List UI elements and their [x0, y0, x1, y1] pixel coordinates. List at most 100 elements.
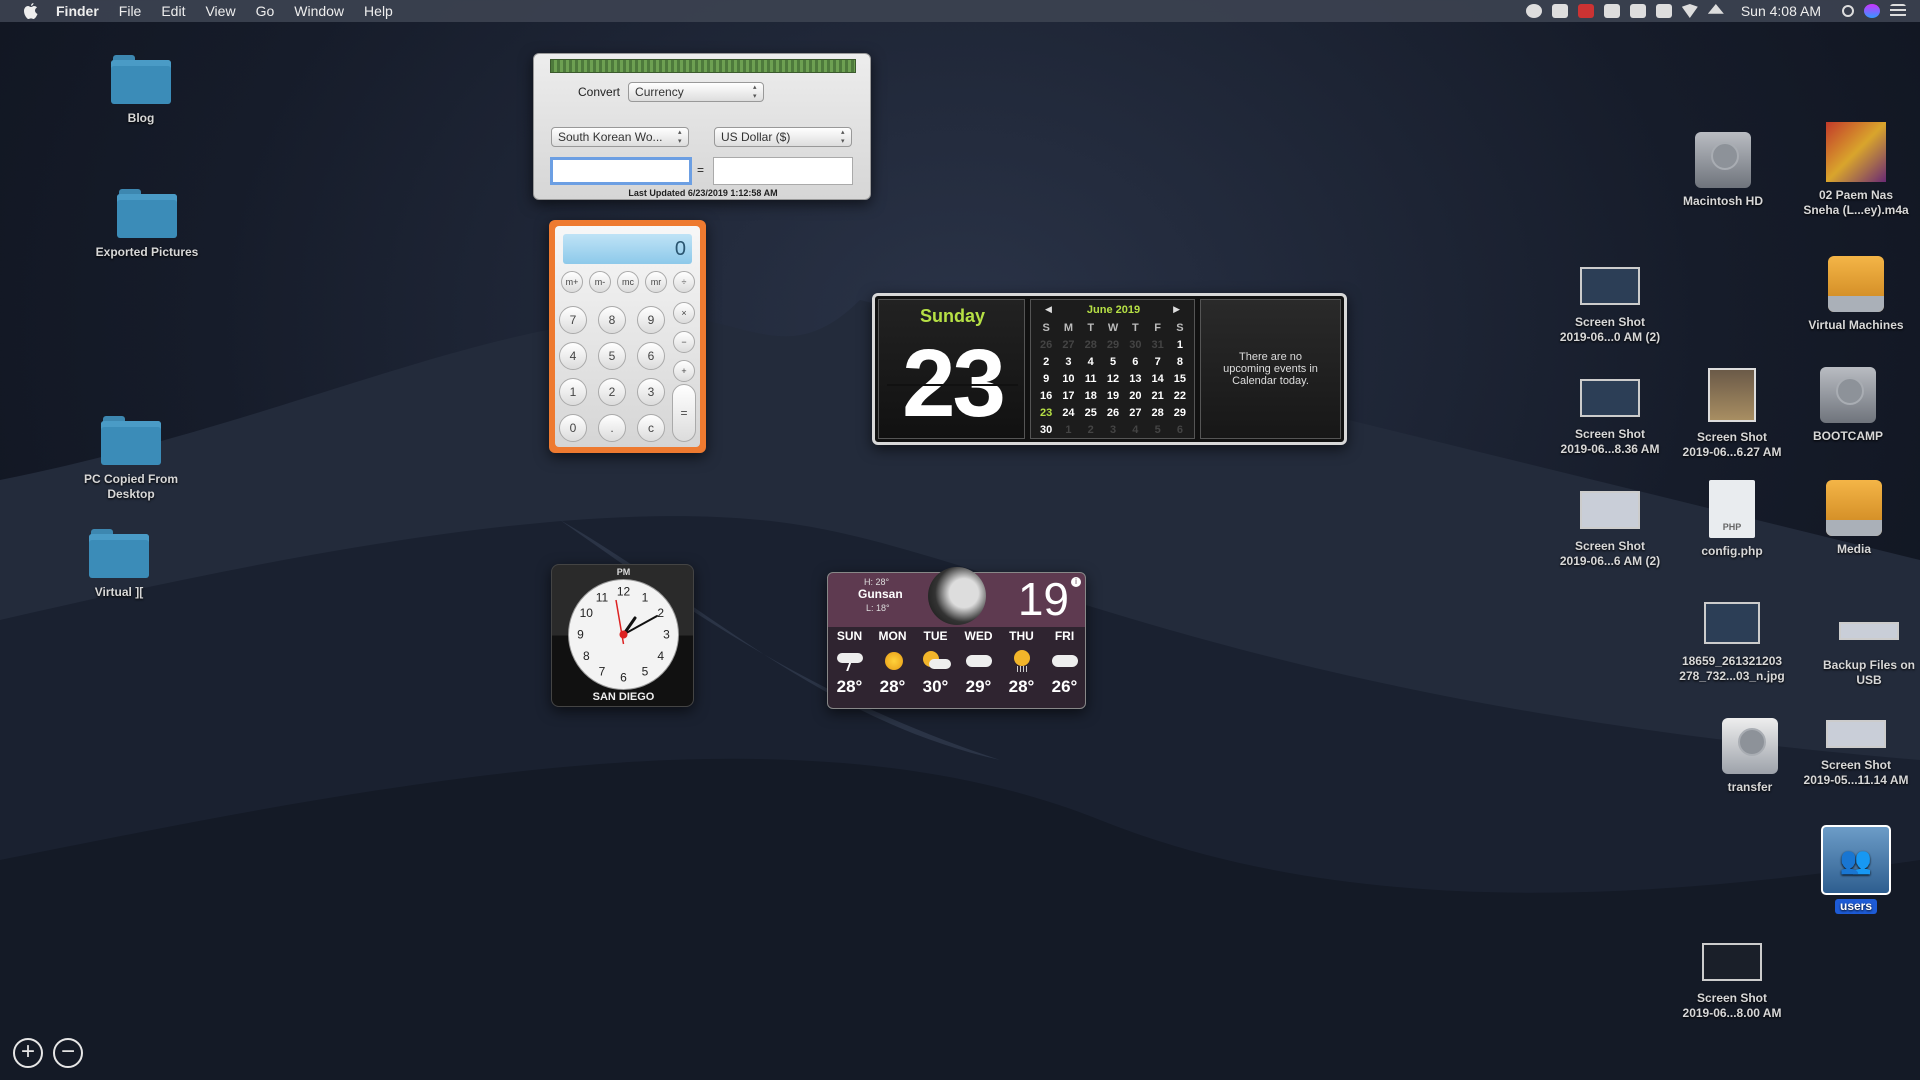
weather-forecast: SUN 28° MON 28° TUE 30° WED 29° THU 28° FRI 26° — [828, 629, 1087, 697]
calendar-day: 22 — [1173, 390, 1187, 402]
calc-8-button[interactable]: 8 — [598, 306, 626, 334]
desktop-macintosh-hd[interactable]: Macintosh HD — [1663, 132, 1783, 209]
calc-m-plus-button[interactable]: m+ — [561, 271, 583, 293]
calendar-day-panel[interactable]: Sunday 23 — [878, 299, 1025, 439]
unit-converter-widget: Convert Currency South Korean Wo... US D… — [533, 53, 871, 200]
notification-center-icon[interactable] — [1890, 4, 1906, 18]
calc-0-button[interactable]: 0 — [559, 414, 587, 442]
calc-4-button[interactable]: 4 — [559, 342, 587, 370]
screenshot-thumbnail-icon — [1826, 720, 1886, 748]
desktop-transfer[interactable]: transfer — [1690, 718, 1810, 795]
weather-high: H: 28° — [864, 577, 890, 587]
desktop-folder-virtual[interactable]: Virtual ][ — [59, 529, 179, 600]
calc-3-button[interactable]: 3 — [637, 378, 665, 406]
clock-hour-number: 12 — [617, 585, 631, 599]
weather-current-temp: 19 — [1017, 573, 1069, 625]
calendar-day: 3 — [1065, 356, 1072, 368]
weekday-header: W — [1107, 322, 1119, 334]
forecast-day-name: THU — [1009, 629, 1034, 643]
calc-clear-button[interactable]: c — [637, 414, 665, 442]
shield-icon[interactable] — [1551, 4, 1568, 18]
calendar-day: 15 — [1173, 373, 1187, 385]
calc-plus-button[interactable]: + — [673, 360, 695, 382]
desktop-album-m4a[interactable]: 02 Paem Nas Sneha (L...ey).m4a — [1796, 122, 1916, 218]
desktop-screenshot-2[interactable]: Screen Shot 2019-06...8.36 AM — [1550, 371, 1670, 457]
desktop-folder-pc-copied[interactable]: PC Copied From Desktop — [71, 416, 191, 502]
calc-5-button[interactable]: 5 — [598, 342, 626, 370]
desktop-folder-exported-pictures[interactable]: Exported Pictures — [87, 189, 207, 260]
calendar-day: 5 — [1109, 356, 1117, 368]
menu-finder[interactable]: Finder — [56, 3, 99, 19]
calendar-day: 16 — [1040, 390, 1053, 402]
conversion-type-select[interactable]: Currency — [628, 82, 765, 102]
desktop-backup-usb[interactable]: Backup Files on USB — [1809, 614, 1920, 688]
menu-help[interactable]: Help — [364, 3, 393, 19]
calc-multiply-button[interactable]: × — [673, 302, 695, 324]
calc-7-button[interactable]: 7 — [559, 306, 587, 334]
wifi-icon[interactable] — [1681, 4, 1698, 18]
calendar-day-name: Sunday — [919, 306, 985, 326]
calendar-day: 8 — [1176, 356, 1183, 368]
forecast-temp: 26° — [1051, 677, 1078, 696]
calc-decimal-button[interactable]: . — [598, 414, 626, 442]
desktop-screenshot-3[interactable]: Screen Shot 2019-06...6.27 AM — [1672, 368, 1792, 460]
calc-divide-button[interactable]: ÷ — [673, 271, 695, 293]
desktop-media[interactable]: Media — [1794, 480, 1914, 557]
forecast-temp: 28° — [836, 677, 863, 696]
calc-1-button[interactable]: 1 — [559, 378, 587, 406]
icon-label: Blog — [127, 111, 155, 125]
menu-file[interactable]: File — [119, 3, 142, 19]
info-icon[interactable]: i — [1071, 577, 1081, 587]
calc-2-button[interactable]: 2 — [598, 378, 626, 406]
to-unit-select[interactable]: US Dollar ($) — [714, 127, 852, 147]
desktop-virtual-machines[interactable]: Virtual Machines — [1796, 256, 1916, 333]
calendar-day-other-month: 29 — [1106, 339, 1120, 351]
clock-hour-number: 10 — [580, 606, 594, 620]
remove-widget-button[interactable]: − — [53, 1038, 83, 1068]
calc-mc-button[interactable]: mc — [617, 271, 639, 293]
calendar-day: 19 — [1106, 390, 1120, 402]
to-value-output[interactable] — [713, 157, 853, 185]
forecast-day: WED 29° — [957, 629, 1000, 697]
display-icon[interactable] — [1603, 4, 1620, 18]
desktop-screenshot-1[interactable]: Screen Shot 2019-06...0 AM (2) — [1550, 259, 1670, 345]
spotlight-search-icon[interactable] — [1842, 5, 1854, 17]
creative-cloud-icon[interactable] — [1525, 4, 1542, 18]
calc-equals-button[interactable]: = — [672, 384, 696, 442]
acrobat-icon[interactable] — [1577, 4, 1594, 18]
desktop-screenshot-4[interactable]: Screen Shot 2019-06...6 AM (2) — [1550, 483, 1670, 569]
desktop-users-volume[interactable]: 👥 users — [1796, 825, 1916, 914]
last-updated-text: Last Updated 6/23/2019 1:12:58 AM — [628, 188, 778, 198]
eject-icon[interactable] — [1707, 4, 1724, 14]
calc-minus-button[interactable]: − — [673, 331, 695, 353]
apple-icon[interactable] — [20, 0, 42, 22]
desktop-jpg-file[interactable]: 18659_261321203 278_732...03_n.jpg — [1672, 594, 1792, 684]
from-unit-select[interactable]: South Korean Wo... — [551, 127, 689, 147]
menu-edit[interactable]: Edit — [161, 3, 185, 19]
calendar-day: 25 — [1084, 407, 1097, 419]
network-drive-icon[interactable] — [1629, 4, 1646, 18]
add-widget-button[interactable]: + — [13, 1038, 43, 1068]
screenshot-thumbnail-icon — [1708, 368, 1756, 422]
menu-go[interactable]: Go — [256, 3, 275, 19]
desktop-config-php[interactable]: PHP config.php — [1672, 480, 1792, 559]
menu-view[interactable]: View — [205, 3, 235, 19]
cloud-icon[interactable] — [1655, 4, 1672, 18]
siri-icon[interactable] — [1864, 4, 1880, 18]
calc-9-button[interactable]: 9 — [637, 306, 665, 334]
calendar-day: 7 — [1154, 356, 1161, 368]
desktop-bootcamp[interactable]: BOOTCAMP — [1788, 367, 1908, 444]
calc-mr-button[interactable]: mr — [645, 271, 667, 293]
menu-window[interactable]: Window — [294, 3, 344, 19]
cloud-icon — [1050, 649, 1080, 673]
from-value-input[interactable] — [550, 157, 692, 185]
desktop-screenshot-5[interactable]: Screen Shot 2019-05...11.14 AM — [1796, 712, 1916, 788]
desktop-screenshot-6[interactable]: Screen Shot 2019-06...8.00 AM — [1672, 935, 1792, 1021]
calc-m-minus-button[interactable]: m- — [589, 271, 611, 293]
clock-hour-number: 2 — [657, 606, 664, 620]
desktop-folder-blog[interactable]: Blog — [81, 55, 201, 126]
next-month-arrow-icon[interactable]: ▶ — [1173, 304, 1180, 315]
menubar-clock[interactable]: Sun 4:08 AM — [1741, 3, 1821, 19]
moon-icon — [928, 567, 986, 625]
calc-6-button[interactable]: 6 — [637, 342, 665, 370]
